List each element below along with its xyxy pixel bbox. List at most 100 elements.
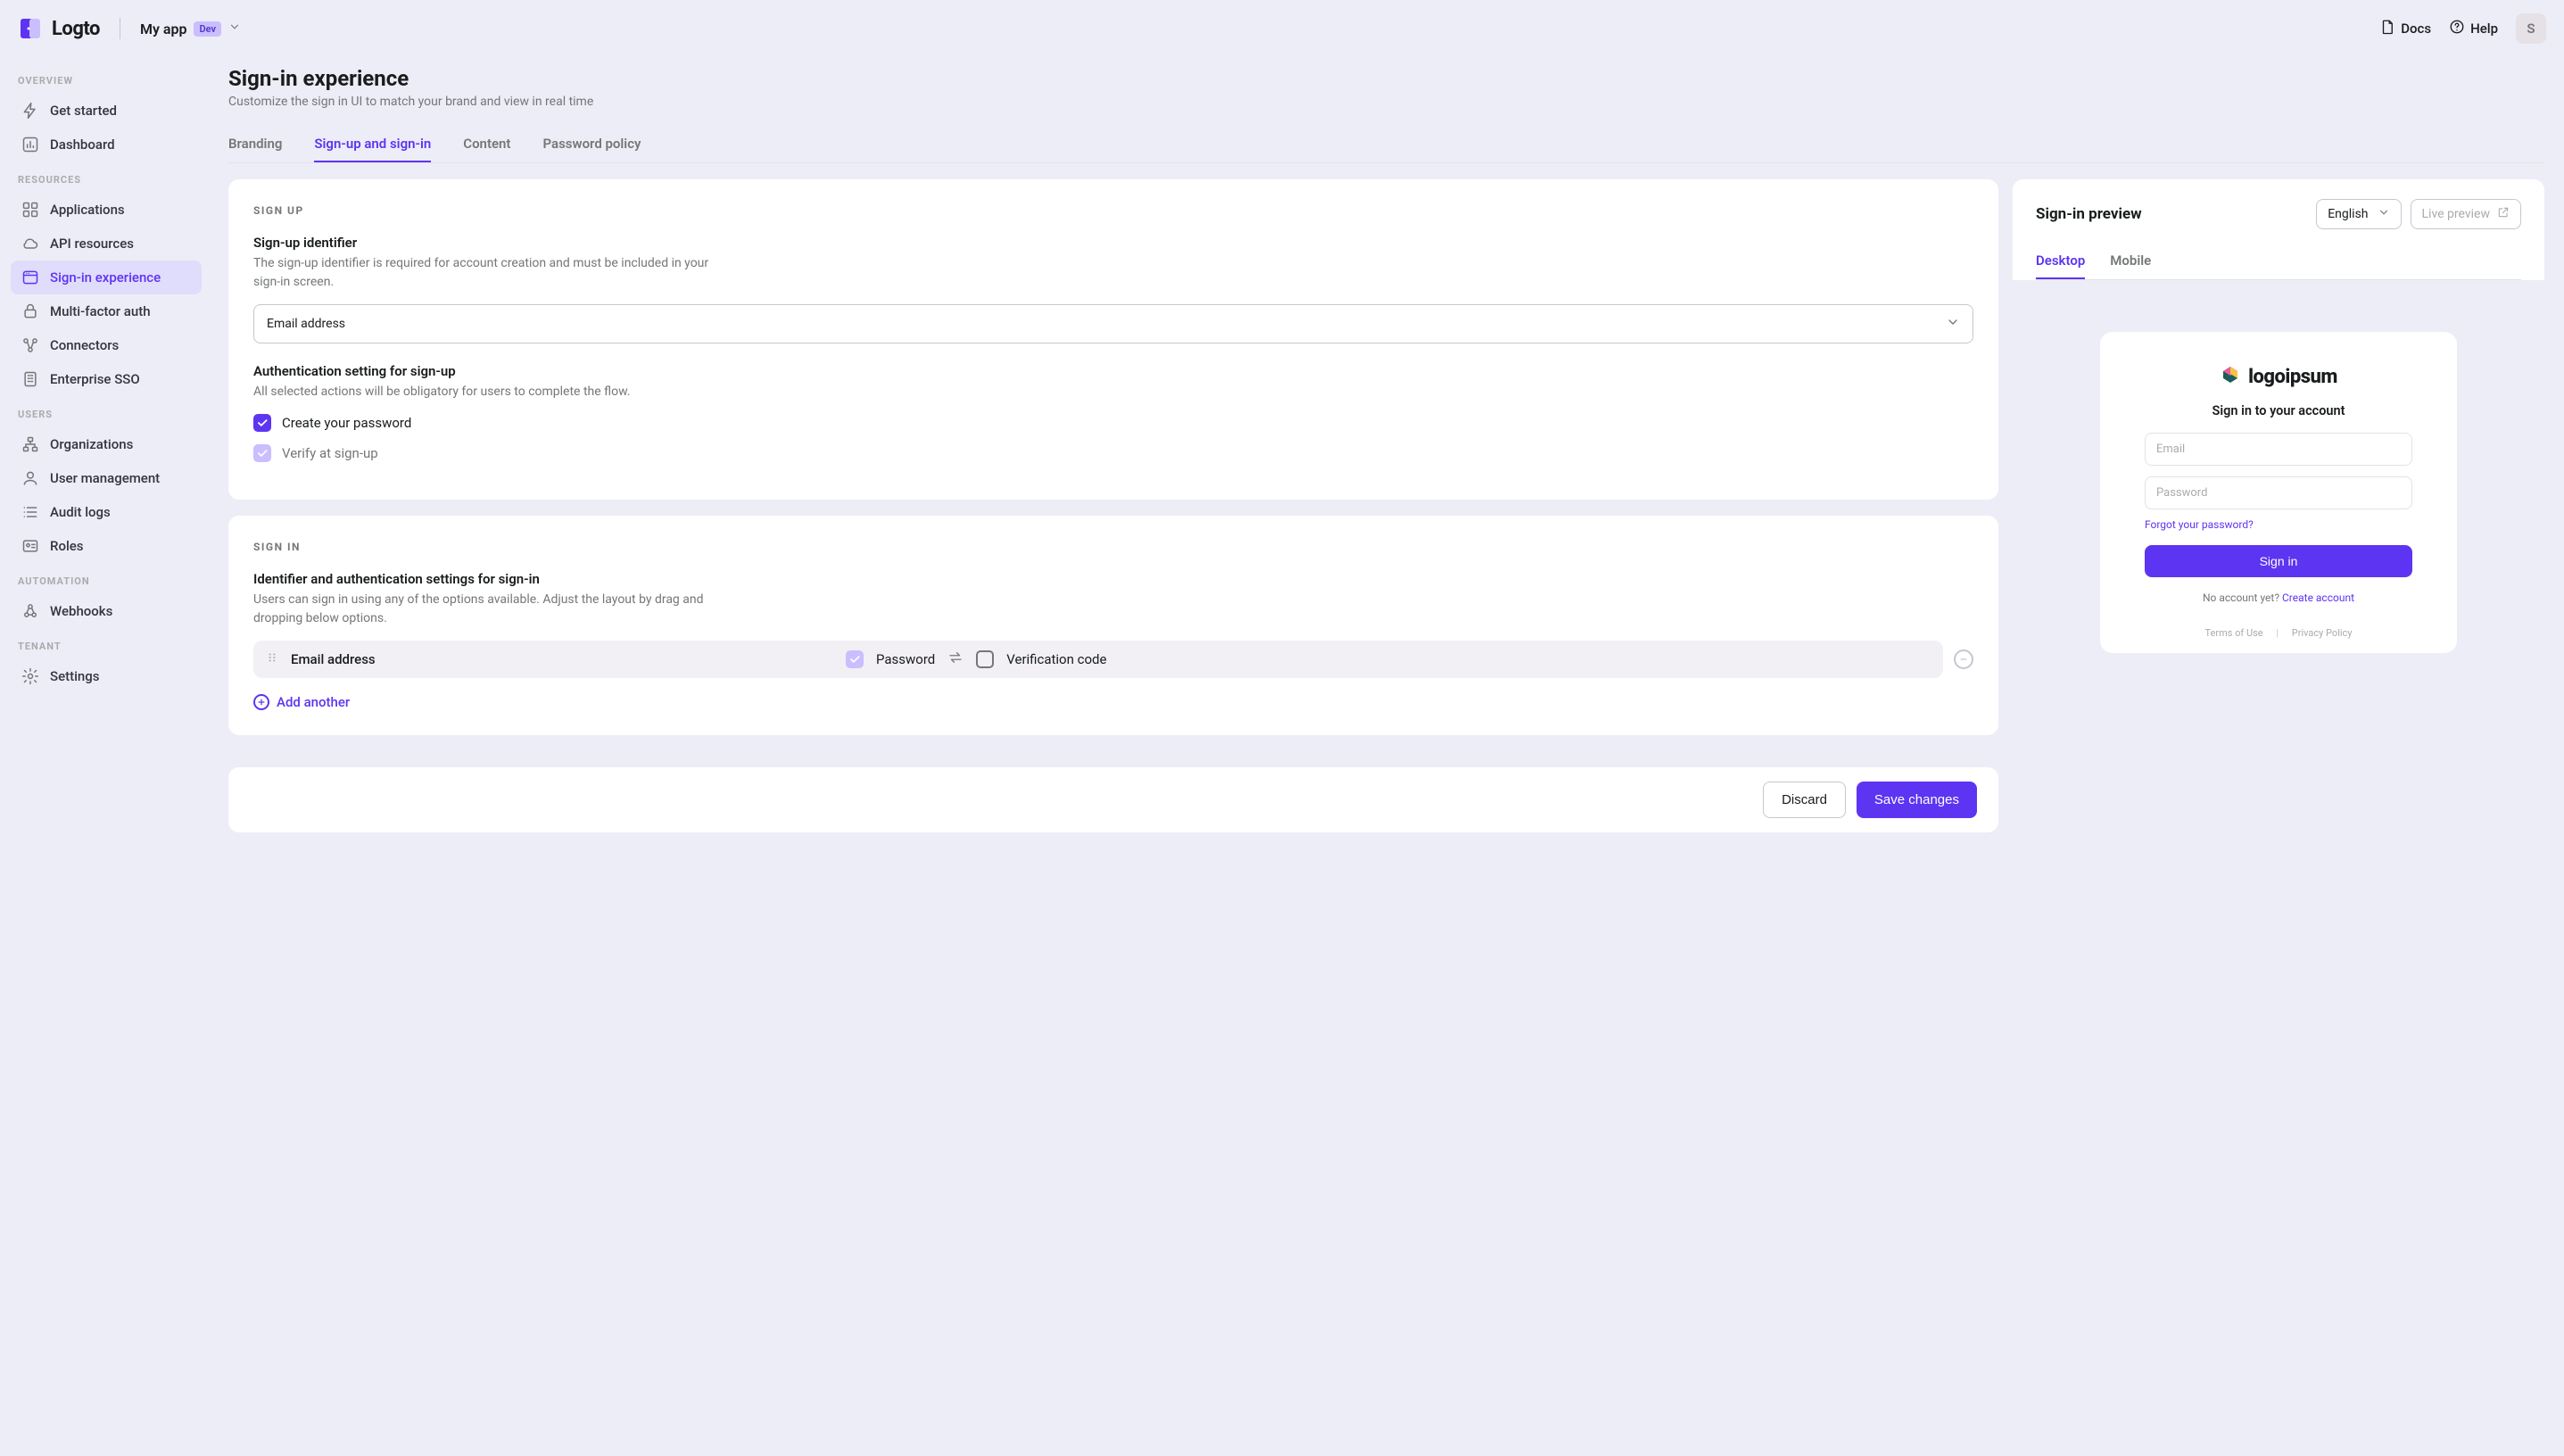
signup-auth-title: Authentication setting for sign-up — [253, 363, 1973, 379]
connectors-icon — [21, 336, 39, 354]
tabs: Branding Sign-up and sign-in Content Pas… — [228, 127, 2544, 163]
browser-icon — [21, 269, 39, 286]
nav-item-user-management[interactable]: User management — [11, 461, 202, 495]
swap-icon[interactable] — [947, 649, 964, 669]
live-preview-button[interactable]: Live preview — [2411, 199, 2521, 229]
signup-card: SIGN UP Sign-up identifier The sign-up i… — [228, 179, 1998, 500]
signup-identifier-title: Sign-up identifier — [253, 235, 1973, 251]
verify-signup-checkbox[interactable]: Verify at sign-up — [253, 444, 1973, 462]
legal-links: Terms of Use | Privacy Policy — [2200, 627, 2358, 639]
nav-section-users: USERS — [11, 396, 202, 427]
preview-tab-mobile[interactable]: Mobile — [2110, 244, 2151, 279]
avatar[interactable]: S — [2516, 13, 2546, 44]
login-preview-box: logoipsum Sign in to your account Email … — [2100, 332, 2457, 653]
email-input[interactable]: Email — [2145, 433, 2412, 466]
language-select[interactable]: English — [2316, 199, 2401, 229]
nav-item-signin-experience[interactable]: Sign-in experience — [11, 261, 202, 294]
grid-icon — [21, 201, 39, 219]
preview-tab-desktop[interactable]: Desktop — [2036, 244, 2085, 279]
document-icon — [2379, 19, 2395, 38]
lightning-icon — [21, 102, 39, 120]
verification-checkbox[interactable] — [976, 650, 994, 668]
nav-item-api-resources[interactable]: API resources — [11, 227, 202, 261]
terms-link[interactable]: Terms of Use — [2205, 627, 2263, 639]
tab-signup-signin[interactable]: Sign-up and sign-in — [314, 127, 431, 162]
main: Sign-in experience Customize the sign in… — [212, 57, 2564, 1456]
nav-section-resources: RESOURCES — [11, 161, 202, 193]
drag-handle-icon[interactable] — [266, 651, 278, 667]
signin-identifier-row: Email address Password Verification code — [253, 641, 1973, 678]
checkbox-checked-icon — [253, 414, 271, 432]
remove-row-button[interactable] — [1954, 649, 1973, 669]
forgot-password-link[interactable]: Forgot your password? — [2145, 518, 2254, 531]
plus-circle-icon — [253, 694, 269, 710]
user-icon — [21, 469, 39, 487]
tab-branding[interactable]: Branding — [228, 127, 282, 162]
help-icon — [2449, 19, 2465, 38]
signin-identifier-desc: Users can sign in using any of the optio… — [253, 591, 717, 628]
signup-identifier-desc: The sign-up identifier is required for a… — [253, 254, 717, 292]
preview-logo: logoipsum — [2220, 364, 2337, 389]
nav-item-enterprise-sso[interactable]: Enterprise SSO — [11, 362, 202, 396]
signup-auth-desc: All selected actions will be obligatory … — [253, 383, 717, 401]
password-input[interactable]: Password — [2145, 476, 2412, 509]
logo-icon — [18, 16, 43, 41]
logo-group[interactable]: Logto — [18, 16, 100, 41]
nav-item-webhooks[interactable]: Webhooks — [11, 594, 202, 628]
chart-icon — [21, 136, 39, 153]
lock-icon — [21, 302, 39, 320]
checkbox-checked-disabled-icon — [253, 444, 271, 462]
add-another-button[interactable]: Add another — [253, 694, 1973, 710]
nav-item-connectors[interactable]: Connectors — [11, 328, 202, 362]
building-icon — [21, 370, 39, 388]
gear-icon — [21, 667, 39, 685]
discard-button[interactable]: Discard — [1763, 782, 1846, 818]
password-checkbox[interactable] — [846, 650, 864, 668]
login-heading: Sign in to your account — [2212, 403, 2345, 418]
logo-text: Logto — [52, 18, 100, 40]
signin-identifier-title: Identifier and authentication settings f… — [253, 571, 1973, 587]
page-subtitle: Customize the sign in UI to match your b… — [228, 95, 2544, 109]
signup-identifier-select[interactable]: Email address — [253, 304, 1973, 343]
signin-button[interactable]: Sign in — [2145, 545, 2412, 577]
nav-item-settings[interactable]: Settings — [11, 659, 202, 693]
nav-item-dashboard[interactable]: Dashboard — [11, 128, 202, 161]
help-link[interactable]: Help — [2449, 19, 2498, 38]
chevron-down-icon — [228, 21, 241, 37]
env-badge: Dev — [194, 21, 221, 37]
signin-identifier-name: Email address — [291, 651, 833, 667]
nav-item-applications[interactable]: Applications — [11, 193, 202, 227]
list-icon — [21, 503, 39, 521]
signup-caption: SIGN UP — [253, 204, 1973, 217]
nav-item-audit-logs[interactable]: Audit logs — [11, 495, 202, 529]
preview-title: Sign-in preview — [2036, 205, 2142, 223]
create-account-link[interactable]: Create account — [2282, 592, 2354, 604]
nav-section-overview: OVERVIEW — [11, 62, 202, 94]
nav-item-mfa[interactable]: Multi-factor auth — [11, 294, 202, 328]
chevron-down-icon — [2378, 206, 2390, 222]
docs-link[interactable]: Docs — [2379, 19, 2431, 38]
sidebar: OVERVIEW Get started Dashboard RESOURCES… — [0, 57, 212, 1456]
nav-item-get-started[interactable]: Get started — [11, 94, 202, 128]
app-selector[interactable]: My app Dev — [140, 21, 241, 37]
preview-card: Sign-in preview English Live preview — [2013, 179, 2544, 653]
create-password-checkbox[interactable]: Create your password — [253, 414, 1973, 432]
privacy-link[interactable]: Privacy Policy — [2292, 627, 2353, 639]
signin-caption: SIGN IN — [253, 541, 1973, 553]
header: Logto My app Dev Docs Help — [0, 0, 2564, 57]
save-button[interactable]: Save changes — [1857, 782, 1977, 818]
tab-password-policy[interactable]: Password policy — [542, 127, 641, 162]
page-title: Sign-in experience — [228, 66, 2544, 91]
nav-item-roles[interactable]: Roles — [11, 529, 202, 563]
app-name: My app — [140, 21, 187, 37]
signin-card: SIGN IN Identifier and authentication se… — [228, 516, 1998, 735]
nav-section-automation: AUTOMATION — [11, 563, 202, 594]
webhook-icon — [21, 602, 39, 620]
tab-content[interactable]: Content — [463, 127, 510, 162]
cloud-icon — [21, 235, 39, 252]
no-account-text: No account yet? Create account — [2203, 592, 2354, 604]
external-link-icon — [2497, 206, 2510, 222]
preview-surface: logoipsum Sign in to your account Email … — [2013, 280, 2544, 653]
id-icon — [21, 537, 39, 555]
nav-item-organizations[interactable]: Organizations — [11, 427, 202, 461]
